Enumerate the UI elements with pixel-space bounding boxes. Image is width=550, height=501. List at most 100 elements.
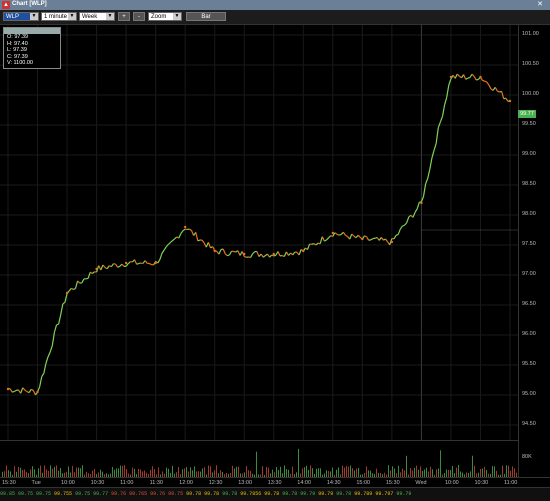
chevron-down-icon[interactable]: ▼ <box>173 13 181 20</box>
volume-bar <box>234 469 235 477</box>
volume-bar <box>68 466 69 477</box>
tape-quote: 99.755 <box>54 488 72 501</box>
zoom-select[interactable]: Zoom ▼ <box>148 12 182 21</box>
volume-bar <box>72 466 73 477</box>
tape-quote: 99.78 <box>282 488 297 501</box>
price-segment <box>364 236 366 237</box>
volume-bar <box>432 469 433 477</box>
chart-toolbar: WLP ▼ 1 minute ▼ Week ▼ + - Zoom ▼ Bar <box>0 10 550 25</box>
volume-bar <box>118 468 119 477</box>
price-chart[interactable] <box>0 25 518 440</box>
price-segment <box>54 325 56 332</box>
zoom-out-button[interactable]: - <box>133 12 145 21</box>
price-segment <box>63 302 65 304</box>
volume-bar <box>112 467 113 477</box>
price-segment <box>293 252 295 255</box>
chevron-down-icon[interactable]: ▼ <box>106 13 114 20</box>
close-button[interactable]: ✕ <box>534 0 546 9</box>
volume-bar <box>348 467 349 477</box>
volume-bar <box>186 467 187 477</box>
price-tick-label: 100.00 <box>522 91 539 97</box>
price-segment <box>227 255 229 256</box>
price-segment <box>371 239 373 240</box>
price-axis: 101.00100.50100.0099.5099.0098.5098.0097… <box>518 25 550 440</box>
volume-bar <box>506 465 507 477</box>
time-tick-label: Tue <box>32 480 41 486</box>
volume-bar <box>318 468 319 477</box>
price-segment <box>192 230 194 235</box>
volume-axis: 80K <box>518 440 550 477</box>
price-segment <box>82 279 84 283</box>
volume-bar <box>202 468 203 477</box>
volume-bar <box>402 469 403 477</box>
price-segment <box>189 229 191 230</box>
chart-type-button[interactable]: Bar <box>186 12 226 21</box>
tape-quote: 99.797 <box>375 488 393 501</box>
price-segment <box>118 266 120 267</box>
tape-quote: 99.76 <box>150 488 165 501</box>
price-segment <box>284 252 286 257</box>
price-tick-label: 96.00 <box>522 331 536 337</box>
tape-quote: 99.77 <box>93 488 108 501</box>
volume-bar <box>312 468 313 477</box>
volume-bar <box>450 470 451 477</box>
price-segment <box>225 254 227 256</box>
price-segment <box>219 250 221 255</box>
volume-bar <box>232 466 233 477</box>
volume-bar <box>132 468 133 477</box>
window-title: Chart [WLP] <box>12 1 47 7</box>
volume-bar <box>220 470 221 477</box>
volume-bar <box>474 466 475 477</box>
chevron-down-icon[interactable]: ▼ <box>30 13 38 20</box>
price-segment <box>335 233 337 235</box>
volume-bar <box>284 466 285 477</box>
volume-bar <box>190 467 191 477</box>
time-tick-label: 11:30 <box>150 480 163 486</box>
tape-quote: 99.78 <box>222 488 237 501</box>
price-segment <box>396 234 398 235</box>
time-tick-label: 13:30 <box>268 480 282 486</box>
price-segment <box>466 78 468 79</box>
volume-bar <box>512 466 513 477</box>
price-segment <box>415 209 417 212</box>
range-select[interactable]: Week ▼ <box>79 12 115 21</box>
price-segment <box>238 251 240 256</box>
volume-bar <box>256 452 257 477</box>
price-segment <box>312 244 314 245</box>
time-tick-label: 13:00 <box>238 480 252 486</box>
tape-quote: 99.78 <box>264 488 279 501</box>
price-segment <box>367 237 369 241</box>
volume-bar <box>452 466 453 477</box>
price-segment <box>455 74 457 78</box>
volume-bar <box>356 469 357 477</box>
volume-bar <box>398 466 399 477</box>
data-point <box>420 202 422 204</box>
price-tick-label: 101.00 <box>522 31 539 37</box>
volume-bar <box>298 449 299 477</box>
volume-bar <box>446 470 447 477</box>
volume-bar <box>272 470 273 477</box>
volume-bar <box>154 469 155 477</box>
data-point <box>125 262 127 264</box>
volume-bar <box>182 469 183 477</box>
price-segment <box>337 234 339 235</box>
price-segment <box>21 388 23 394</box>
volume-bar <box>56 466 57 477</box>
price-segment <box>173 239 175 241</box>
volume-bar <box>114 470 115 477</box>
price-segment <box>352 234 354 236</box>
volume-bar <box>480 469 481 477</box>
tape-quote: 99.76 <box>111 488 126 501</box>
data-point <box>302 250 304 252</box>
volume-bar <box>502 466 503 477</box>
price-segment <box>160 253 162 259</box>
price-segment <box>59 315 61 324</box>
symbol-select[interactable]: WLP ▼ <box>3 12 39 21</box>
chevron-down-icon[interactable]: ▼ <box>68 13 76 20</box>
interval-select[interactable]: 1 minute ▼ <box>41 12 77 21</box>
tape-quote: 99.85 <box>0 488 15 501</box>
price-segment <box>107 266 109 269</box>
time-tick-label: Wed <box>415 480 426 486</box>
price-tick-label: 94.50 <box>522 421 536 427</box>
zoom-in-button[interactable]: + <box>118 12 130 21</box>
